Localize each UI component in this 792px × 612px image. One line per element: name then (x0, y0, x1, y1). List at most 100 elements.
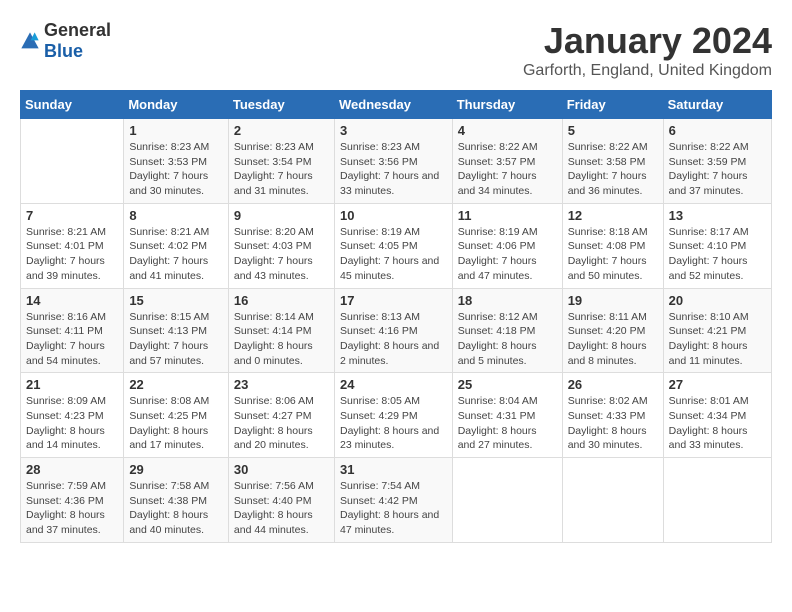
week-row-1: 7 Sunrise: 8:21 AMSunset: 4:01 PMDaylight… (21, 203, 772, 288)
day-info: Sunrise: 7:59 AMSunset: 4:36 PMDaylight:… (26, 479, 118, 538)
day-info: Sunrise: 8:23 AMSunset: 3:53 PMDaylight:… (129, 140, 223, 199)
day-number: 16 (234, 293, 329, 308)
calendar-cell: 15 Sunrise: 8:15 AMSunset: 4:13 PMDayligh… (124, 288, 229, 373)
calendar-cell: 29 Sunrise: 7:58 AMSunset: 4:38 PMDayligh… (124, 458, 229, 543)
calendar-cell (562, 458, 663, 543)
day-number: 11 (458, 208, 557, 223)
week-row-2: 14 Sunrise: 8:16 AMSunset: 4:11 PMDayligh… (21, 288, 772, 373)
calendar-cell: 31Sunrise: 7:54 AMSunset: 4:42 PMDayligh… (334, 458, 452, 543)
calendar-cell: 17Sunrise: 8:13 AMSunset: 4:16 PMDayligh… (334, 288, 452, 373)
calendar-cell: 18Sunrise: 8:12 AMSunset: 4:18 PMDayligh… (452, 288, 562, 373)
calendar-cell: 22Sunrise: 8:08 AMSunset: 4:25 PMDayligh… (124, 373, 229, 458)
day-info: Sunrise: 8:05 AMSunset: 4:29 PMDaylight:… (340, 394, 447, 453)
title-section: January 2024 Garforth, England, United K… (523, 20, 772, 80)
day-number: 5 (568, 123, 658, 138)
calendar-cell (21, 119, 124, 204)
calendar-cell: 28 Sunrise: 7:59 AMSunset: 4:36 PMDayligh… (21, 458, 124, 543)
day-info: Sunrise: 8:09 AMSunset: 4:23 PMDaylight:… (26, 394, 118, 453)
calendar-cell: 20Sunrise: 8:10 AMSunset: 4:21 PMDayligh… (663, 288, 771, 373)
day-info: Sunrise: 8:19 AMSunset: 4:05 PMDaylight:… (340, 225, 447, 284)
calendar-cell: 2 Sunrise: 8:23 AMSunset: 3:54 PMDaylight… (228, 119, 334, 204)
header-wednesday: Wednesday (334, 91, 452, 119)
day-info: Sunrise: 8:11 AMSunset: 4:20 PMDaylight:… (568, 310, 658, 369)
week-row-4: 28 Sunrise: 7:59 AMSunset: 4:36 PMDayligh… (21, 458, 772, 543)
calendar-cell: 19Sunrise: 8:11 AMSunset: 4:20 PMDayligh… (562, 288, 663, 373)
calendar-cell: 8 Sunrise: 8:21 AMSunset: 4:02 PMDaylight… (124, 203, 229, 288)
header-thursday: Thursday (452, 91, 562, 119)
day-number: 1 (129, 123, 223, 138)
day-info: Sunrise: 8:20 AMSunset: 4:03 PMDaylight:… (234, 225, 329, 284)
day-info: Sunrise: 8:06 AMSunset: 4:27 PMDaylight:… (234, 394, 329, 453)
calendar-cell: 1 Sunrise: 8:23 AMSunset: 3:53 PMDaylight… (124, 119, 229, 204)
header-saturday: Saturday (663, 91, 771, 119)
day-info: Sunrise: 8:02 AMSunset: 4:33 PMDaylight:… (568, 394, 658, 453)
day-number: 25 (458, 377, 557, 392)
day-number: 12 (568, 208, 658, 223)
day-info: Sunrise: 8:19 AMSunset: 4:06 PMDaylight:… (458, 225, 557, 284)
day-number: 4 (458, 123, 557, 138)
day-number: 3 (340, 123, 447, 138)
day-info: Sunrise: 7:54 AMSunset: 4:42 PMDaylight:… (340, 479, 447, 538)
calendar-cell: 23Sunrise: 8:06 AMSunset: 4:27 PMDayligh… (228, 373, 334, 458)
calendar-cell: 7 Sunrise: 8:21 AMSunset: 4:01 PMDaylight… (21, 203, 124, 288)
logo-general: General (44, 20, 111, 40)
calendar-cell: 21Sunrise: 8:09 AMSunset: 4:23 PMDayligh… (21, 373, 124, 458)
header-tuesday: Tuesday (228, 91, 334, 119)
day-info: Sunrise: 8:18 AMSunset: 4:08 PMDaylight:… (568, 225, 658, 284)
day-info: Sunrise: 8:14 AMSunset: 4:14 PMDaylight:… (234, 310, 329, 369)
header-sunday: Sunday (21, 91, 124, 119)
day-info: Sunrise: 8:13 AMSunset: 4:16 PMDaylight:… (340, 310, 447, 369)
calendar-cell: 25 Sunrise: 8:04 AMSunset: 4:31 PMDayligh… (452, 373, 562, 458)
week-row-3: 21Sunrise: 8:09 AMSunset: 4:23 PMDayligh… (21, 373, 772, 458)
day-info: Sunrise: 8:21 AMSunset: 4:01 PMDaylight:… (26, 225, 118, 284)
day-number: 15 (129, 293, 223, 308)
header-monday: Monday (124, 91, 229, 119)
day-info: Sunrise: 7:58 AMSunset: 4:38 PMDaylight:… (129, 479, 223, 538)
day-number: 28 (26, 462, 118, 477)
day-info: Sunrise: 8:16 AMSunset: 4:11 PMDaylight:… (26, 310, 118, 369)
day-info: Sunrise: 8:15 AMSunset: 4:13 PMDaylight:… (129, 310, 223, 369)
calendar-cell: 10 Sunrise: 8:19 AMSunset: 4:05 PMDayligh… (334, 203, 452, 288)
header-section: General Blue January 2024 Garforth, Engl… (20, 20, 772, 80)
calendar-cell: 16 Sunrise: 8:14 AMSunset: 4:14 PMDayligh… (228, 288, 334, 373)
day-number: 26 (568, 377, 658, 392)
day-number: 30 (234, 462, 329, 477)
day-info: Sunrise: 8:23 AMSunset: 3:54 PMDaylight:… (234, 140, 329, 199)
day-number: 8 (129, 208, 223, 223)
day-info: Sunrise: 8:21 AMSunset: 4:02 PMDaylight:… (129, 225, 223, 284)
day-number: 13 (669, 208, 766, 223)
calendar-cell: 11 Sunrise: 8:19 AMSunset: 4:06 PMDayligh… (452, 203, 562, 288)
calendar-cell: 26 Sunrise: 8:02 AMSunset: 4:33 PMDayligh… (562, 373, 663, 458)
header-friday: Friday (562, 91, 663, 119)
day-number: 10 (340, 208, 447, 223)
calendar-cell (663, 458, 771, 543)
calendar-cell: 5 Sunrise: 8:22 AMSunset: 3:58 PMDaylight… (562, 119, 663, 204)
day-info: Sunrise: 8:08 AMSunset: 4:25 PMDaylight:… (129, 394, 223, 453)
week-row-0: 1 Sunrise: 8:23 AMSunset: 3:53 PMDaylight… (21, 119, 772, 204)
day-info: Sunrise: 8:22 AMSunset: 3:57 PMDaylight:… (458, 140, 557, 199)
day-info: Sunrise: 8:22 AMSunset: 3:58 PMDaylight:… (568, 140, 658, 199)
calendar-cell: 6 Sunrise: 8:22 AMSunset: 3:59 PMDaylight… (663, 119, 771, 204)
day-number: 6 (669, 123, 766, 138)
day-info: Sunrise: 8:01 AMSunset: 4:34 PMDaylight:… (669, 394, 766, 453)
day-number: 2 (234, 123, 329, 138)
day-number: 14 (26, 293, 118, 308)
day-info: Sunrise: 8:23 AMSunset: 3:56 PMDaylight:… (340, 140, 447, 199)
calendar-cell: 4 Sunrise: 8:22 AMSunset: 3:57 PMDaylight… (452, 119, 562, 204)
day-number: 9 (234, 208, 329, 223)
calendar-cell: 12 Sunrise: 8:18 AMSunset: 4:08 PMDayligh… (562, 203, 663, 288)
subtitle: Garforth, England, United Kingdom (523, 62, 772, 80)
day-number: 18 (458, 293, 557, 308)
main-title: January 2024 (523, 20, 772, 62)
day-info: Sunrise: 8:22 AMSunset: 3:59 PMDaylight:… (669, 140, 766, 199)
logo: General Blue (20, 20, 111, 62)
day-info: Sunrise: 8:04 AMSunset: 4:31 PMDaylight:… (458, 394, 557, 453)
calendar-table: Sunday Monday Tuesday Wednesday Thursday… (20, 90, 772, 543)
calendar-cell: 24Sunrise: 8:05 AMSunset: 4:29 PMDayligh… (334, 373, 452, 458)
day-number: 7 (26, 208, 118, 223)
day-number: 27 (669, 377, 766, 392)
calendar-cell: 13Sunrise: 8:17 AMSunset: 4:10 PMDayligh… (663, 203, 771, 288)
logo-icon (20, 31, 40, 51)
day-number: 29 (129, 462, 223, 477)
logo-blue: Blue (44, 41, 83, 61)
